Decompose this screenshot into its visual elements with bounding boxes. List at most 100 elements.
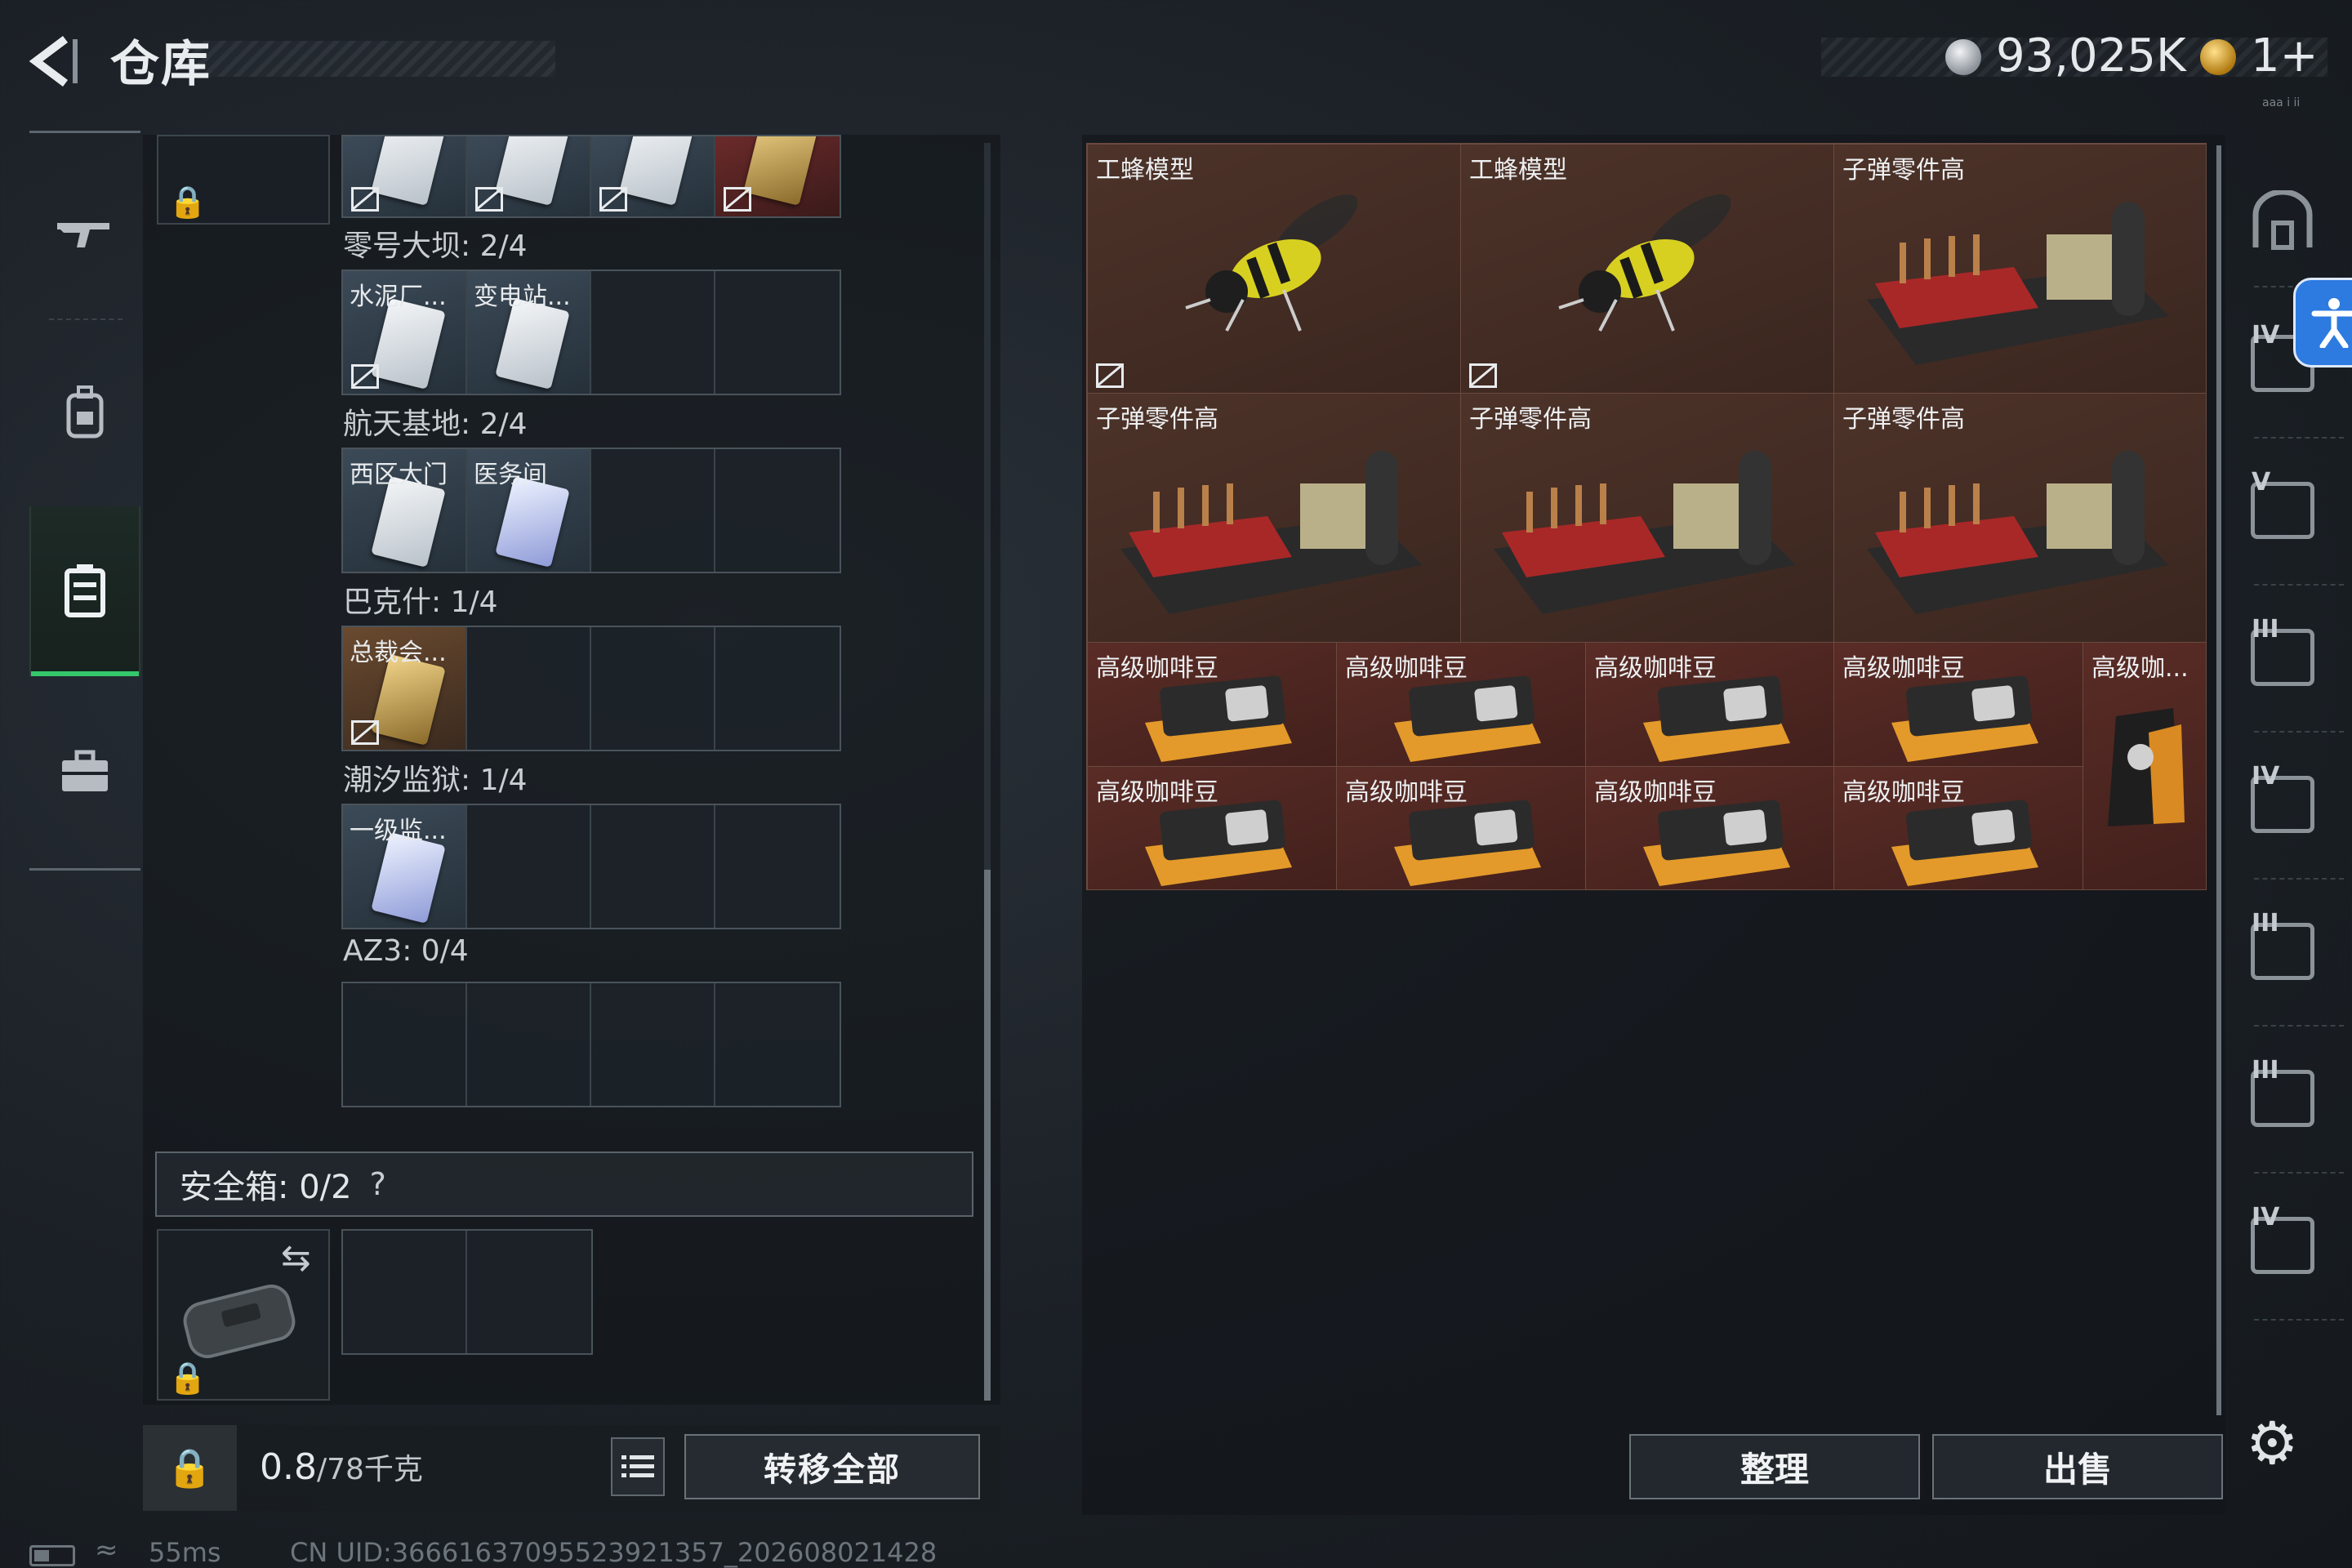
stash-item[interactable]: 高级咖啡豆 xyxy=(1337,767,1586,890)
stash-tab-6[interactable]: III xyxy=(2238,898,2328,1004)
stash-item[interactable]: 高级咖啡豆 xyxy=(1088,767,1337,890)
key-card-icon xyxy=(371,136,446,207)
stash-tab-4[interactable]: III xyxy=(2238,604,2328,710)
empty-key-slot[interactable] xyxy=(715,449,840,572)
empty-key-slot[interactable] xyxy=(467,805,591,928)
key-slot[interactable]: 西区大门 xyxy=(343,449,467,572)
ammo-parts-icon xyxy=(1867,202,2169,365)
back-arrow-icon[interactable] xyxy=(24,33,82,90)
sort-button[interactable]: 整理 xyxy=(1629,1434,1920,1499)
transfer-all-button[interactable]: 转移全部 xyxy=(684,1434,980,1499)
user-uid: CN UID:3666163709552392135​7_20260802142… xyxy=(290,1537,938,1568)
stash-tab-5[interactable]: IV xyxy=(2238,751,2328,858)
settings-gear-icon[interactable]: ⚙ xyxy=(2246,1409,2299,1477)
key-slot[interactable]: 变电站... xyxy=(467,271,591,394)
tier-label: IV xyxy=(2252,1203,2280,1232)
key-slot[interactable] xyxy=(591,136,715,216)
nav-item-weapons[interactable] xyxy=(29,151,140,314)
sell-button[interactable]: 出售 xyxy=(1932,1434,2223,1499)
weight-value: 0.8 xyxy=(260,1446,317,1488)
right-nav-separator xyxy=(2254,878,2344,880)
key-slot[interactable]: 医务间 xyxy=(467,449,591,572)
swap-icon[interactable]: ⇆ xyxy=(281,1237,311,1279)
accessibility-icon xyxy=(2311,298,2352,348)
key-slot[interactable]: 一级监... xyxy=(343,805,467,928)
empty-key-slot[interactable] xyxy=(715,627,840,750)
key-slot[interactable] xyxy=(343,136,467,216)
nav-item-keys[interactable] xyxy=(29,506,140,676)
stash-item[interactable]: 工蜂模型 xyxy=(1088,145,1461,394)
coffee-bean-box-icon xyxy=(1643,800,1790,886)
tier-label: III xyxy=(2252,1056,2279,1085)
key-slot[interactable] xyxy=(467,136,591,216)
stash-item[interactable]: 子弹零件高 xyxy=(1461,394,1834,643)
stash-item[interactable]: 高级咖啡豆 xyxy=(1586,767,1834,890)
stash-tab-8[interactable]: IV xyxy=(2238,1192,2328,1298)
key-slot[interactable]: 总裁会... xyxy=(343,627,467,750)
empty-key-slot[interactable] xyxy=(591,805,715,928)
battery-icon xyxy=(29,1545,75,1566)
empty-key-slot[interactable] xyxy=(343,983,467,1106)
empty-key-slot[interactable] xyxy=(591,449,715,572)
safebox-slot[interactable]: ⇆ 🔒 xyxy=(157,1229,330,1401)
stash-item[interactable]: 高级咖... xyxy=(2083,643,2207,890)
stash-tab-7[interactable]: III xyxy=(2238,1045,2328,1152)
accessibility-button[interactable] xyxy=(2293,278,2352,368)
coffee-bag-icon xyxy=(2108,708,2185,826)
premium-currency-amount[interactable]: 1+ xyxy=(2251,29,2319,82)
empty-key-slot[interactable] xyxy=(591,983,715,1106)
stash-item[interactable]: 高级咖啡豆 xyxy=(1337,643,1586,767)
backpack-icon xyxy=(66,385,104,439)
stash-item[interactable]: 子弹零件高 xyxy=(1834,394,2207,643)
stash-item[interactable]: 高级咖啡豆 xyxy=(1586,643,1834,767)
empty-key-slot[interactable] xyxy=(715,805,840,928)
empty-safebox-slot[interactable] xyxy=(467,1231,591,1353)
stash-item[interactable]: 高级咖啡豆 xyxy=(1834,767,2083,890)
empty-key-slot[interactable] xyxy=(467,627,591,750)
safebox-header: 安全箱: 0/2 ? xyxy=(155,1152,973,1217)
empty-safebox-slot[interactable] xyxy=(343,1231,467,1353)
empty-key-slot[interactable] xyxy=(467,983,591,1106)
nav-item-backpack[interactable] xyxy=(29,331,140,494)
list-icon xyxy=(621,1455,654,1477)
stash-item[interactable]: 高级咖啡豆 xyxy=(1834,643,2083,767)
safebox-case-icon xyxy=(183,1284,296,1359)
stash-container-icon: V xyxy=(2251,468,2314,539)
no-trade-icon xyxy=(351,187,379,212)
no-trade-icon xyxy=(351,720,379,745)
no-trade-icon xyxy=(1096,363,1124,388)
map-section-label: 潮汐监狱: 1/4 xyxy=(343,764,528,797)
empty-key-slot[interactable] xyxy=(591,271,715,394)
lock-icon: 🔒 xyxy=(168,184,207,220)
stash-tab-all[interactable] xyxy=(2238,167,2328,274)
nav-item-toolbox[interactable] xyxy=(29,690,140,853)
list-view-button[interactable] xyxy=(611,1437,665,1496)
help-icon[interactable]: ? xyxy=(370,1166,386,1202)
right-nav-separator xyxy=(2254,731,2344,733)
coffee-bean-box-icon xyxy=(1891,675,2038,762)
right-nav-separator xyxy=(2254,584,2344,586)
stash-tab-3[interactable]: V xyxy=(2238,457,2328,564)
weight-lock-icon: 🔒 xyxy=(143,1425,237,1511)
scrollbar-thumb[interactable] xyxy=(984,870,991,1401)
stash-item[interactable]: 子弹零件高 xyxy=(1834,145,2207,394)
stash-item[interactable]: 高级咖啡豆 xyxy=(1088,643,1337,767)
key-slot[interactable]: 水泥厂... xyxy=(343,271,467,394)
nav-top-border xyxy=(29,131,140,133)
empty-key-slot[interactable] xyxy=(715,271,840,394)
key-card-icon xyxy=(743,136,818,207)
stash-item[interactable]: 工蜂模型 xyxy=(1461,145,1834,394)
safebox-slot-row xyxy=(341,1229,593,1355)
empty-key-slot[interactable] xyxy=(715,983,840,1106)
currency-amount: 93,025K xyxy=(1996,29,2186,82)
no-trade-icon xyxy=(351,364,379,389)
stash-item[interactable]: 子弹零件高 xyxy=(1088,394,1461,643)
key-slot-row: 西区大门 医务间 xyxy=(341,448,841,573)
ammo-parts-icon xyxy=(1494,451,1796,614)
map-section-label: AZ3: 0/4 xyxy=(343,934,469,968)
key-case-slot[interactable]: 🔒 xyxy=(157,135,330,225)
key-slot[interactable] xyxy=(715,136,840,216)
stash-container-icon: III xyxy=(2251,909,2314,980)
empty-key-slot[interactable] xyxy=(591,627,715,750)
key-slot-row: 水泥厂... 变电站... xyxy=(341,270,841,395)
